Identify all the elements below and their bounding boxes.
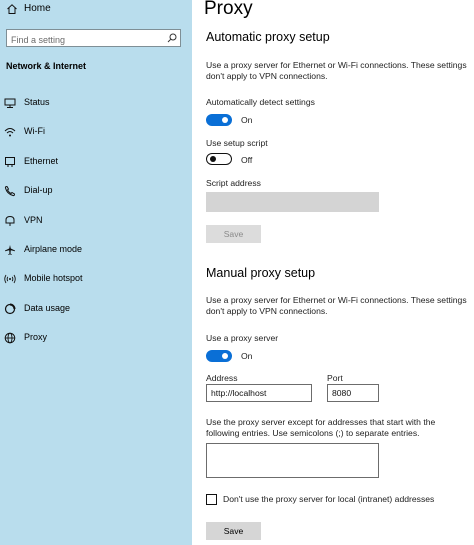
sidebar-item-label: Wi-Fi — [24, 126, 45, 136]
port-input[interactable] — [327, 384, 379, 402]
sidebar-item-wifi[interactable]: Wi-Fi — [0, 121, 192, 143]
sidebar-item-label: Dial-up — [24, 185, 53, 195]
address-label: Address — [206, 373, 238, 383]
sidebar: Home Network & Internet Status — [0, 0, 192, 545]
sidebar-item-label: Ethernet — [24, 156, 59, 166]
automatic-proxy-heading: Automatic proxy setup — [206, 30, 330, 44]
local-bypass-checkbox[interactable] — [206, 494, 217, 505]
search-icon[interactable] — [167, 33, 177, 43]
airplane-icon — [4, 244, 16, 256]
data-usage-icon — [4, 303, 16, 315]
search-input[interactable] — [7, 32, 161, 48]
manual-save-button[interactable]: Save — [206, 522, 261, 540]
setup-script-toggle[interactable] — [206, 153, 232, 165]
manual-proxy-description: Use a proxy server for Ethernet or Wi-Fi… — [206, 295, 467, 316]
search-box[interactable] — [6, 29, 181, 48]
sidebar-item-mobile-hotspot[interactable]: Mobile hotspot — [0, 268, 192, 290]
script-address-field — [206, 192, 379, 212]
sidebar-item-status[interactable]: Status — [0, 92, 192, 114]
main-content: Proxy Automatic proxy setup Use a proxy … — [192, 0, 474, 545]
address-input[interactable] — [206, 384, 312, 402]
ethernet-icon — [4, 156, 16, 168]
manual-proxy-heading: Manual proxy setup — [206, 266, 316, 280]
use-proxy-label: Use a proxy server — [206, 333, 279, 343]
exceptions-textarea[interactable] — [206, 443, 379, 478]
sidebar-item-label: Data usage — [24, 303, 71, 313]
hotspot-icon — [4, 273, 16, 285]
sidebar-item-dial-up[interactable]: Dial-up — [0, 180, 192, 202]
script-address-label: Script address — [206, 178, 261, 188]
auto-detect-toggle[interactable] — [206, 114, 232, 126]
home-icon — [6, 3, 18, 15]
sidebar-item-ethernet[interactable]: Ethernet — [0, 151, 192, 173]
sidebar-item-vpn[interactable]: VPN — [0, 210, 192, 232]
wifi-icon — [4, 126, 16, 138]
section-title: Network & Internet — [6, 61, 87, 71]
automatic-save-button: Save — [206, 225, 261, 243]
page-title: Proxy — [204, 0, 253, 19]
vpn-icon — [4, 215, 16, 227]
setup-script-state: Off — [241, 155, 253, 165]
toggle-knob — [222, 353, 228, 359]
toggle-knob — [210, 155, 216, 162]
sidebar-item-proxy[interactable]: Proxy — [0, 327, 192, 349]
auto-detect-label: Automatically detect settings — [206, 97, 315, 107]
home-label: Home — [24, 3, 51, 14]
sidebar-item-label: Airplane mode — [24, 244, 83, 254]
sidebar-item-label: Status — [24, 97, 50, 107]
local-bypass-label: Don't use the proxy server for local (in… — [223, 494, 435, 504]
sidebar-item-label: VPN — [24, 215, 43, 225]
sidebar-item-airplane-mode[interactable]: Airplane mode — [0, 239, 192, 261]
exceptions-description: Use the proxy server except for addresse… — [206, 417, 436, 438]
use-proxy-toggle[interactable] — [206, 350, 232, 362]
sidebar-item-label: Mobile hotspot — [24, 273, 83, 283]
use-proxy-state: On — [241, 351, 253, 361]
auto-detect-state: On — [241, 115, 253, 125]
port-label: Port — [327, 373, 343, 383]
sidebar-item-label: Proxy — [24, 332, 48, 342]
dial-up-icon — [4, 185, 16, 197]
automatic-proxy-description: Use a proxy server for Ethernet or Wi-Fi… — [206, 60, 467, 81]
home-nav-item[interactable]: Home — [0, 0, 192, 20]
toggle-knob — [222, 117, 228, 123]
status-icon — [4, 97, 16, 109]
setup-script-label: Use setup script — [206, 138, 268, 148]
sidebar-item-data-usage[interactable]: Data usage — [0, 298, 192, 320]
globe-icon — [4, 332, 16, 344]
